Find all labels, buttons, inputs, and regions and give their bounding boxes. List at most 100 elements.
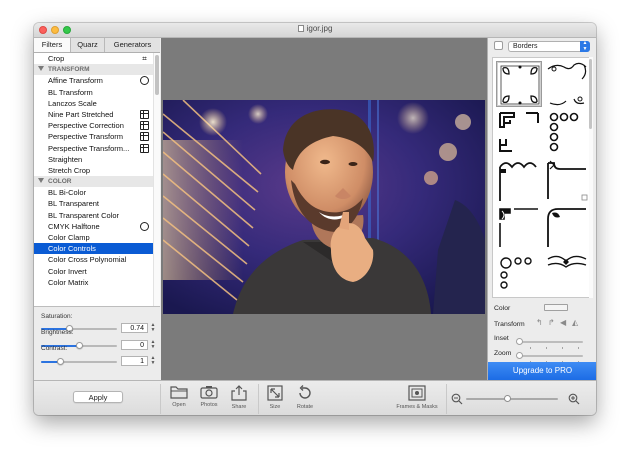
chevron-updown-icon: ▲ ▼ <box>580 40 590 52</box>
filter-list-item[interactable]: Perspective Transform... <box>34 143 153 154</box>
filter-list-item[interactable]: BL Transform <box>34 87 153 98</box>
zoom-slider[interactable] <box>466 395 558 402</box>
flip-horizontal-icon[interactable]: ◀ <box>560 318 566 328</box>
rotate-button[interactable]: Rotate <box>290 385 320 413</box>
frame-category-select[interactable]: Borders ▲ ▼ <box>508 40 590 52</box>
filter-list-item[interactable]: BL Bi-Color <box>34 187 153 198</box>
zoom-in-icon[interactable] <box>568 393 580 405</box>
filter-label: BL Transparent <box>48 199 100 209</box>
slider-knob[interactable] <box>504 395 511 402</box>
photos-button[interactable]: Photos <box>194 385 224 413</box>
camera-icon <box>200 386 218 399</box>
frame-thumbnail[interactable] <box>544 253 590 297</box>
filter-list-item[interactable]: Color Cross Polynomial <box>34 254 153 265</box>
disclosure-triangle-icon[interactable] <box>38 66 44 72</box>
inset-label: Inset <box>494 335 509 342</box>
frame-thumbnail[interactable] <box>496 253 542 297</box>
filter-label: TRANSFORM <box>48 66 90 74</box>
scrollbar-thumb[interactable] <box>589 59 592 129</box>
share-label: Share <box>231 404 247 410</box>
filter-section-header[interactable]: TRANSFORM <box>34 64 153 76</box>
slider-knob[interactable] <box>516 352 523 359</box>
frame-category-value: Borders <box>513 43 538 50</box>
rotate-label: Rotate <box>296 404 314 410</box>
filter-list-item[interactable]: Crop ⌗ <box>34 53 153 64</box>
upgrade-button[interactable]: Upgrade to PRO <box>488 362 596 380</box>
saturation-value-field[interactable]: 0.74 <box>121 323 148 333</box>
brightness-stepper[interactable]: ▲ ▼ <box>150 340 156 350</box>
inset-slider[interactable] <box>516 338 583 349</box>
filter-list-item[interactable]: Color Invert <box>34 266 153 277</box>
frame-color-well[interactable] <box>544 304 568 311</box>
filter-list-item[interactable]: Straighten <box>34 154 153 165</box>
slider-tick <box>546 347 547 349</box>
frame-gallery-scrollbar[interactable] <box>589 57 593 298</box>
divider <box>258 384 259 414</box>
filter-list-item[interactable]: BL Transparent Color <box>34 210 153 221</box>
slider-tick <box>578 347 579 349</box>
size-button[interactable]: Size <box>260 385 290 413</box>
frame-thumbnail[interactable] <box>544 205 590 251</box>
filter-list-item[interactable]: CMYK Halftone <box>34 221 153 232</box>
share-button[interactable]: Share <box>224 385 254 413</box>
frame-thumbnail[interactable] <box>544 157 590 203</box>
frames-masks-label: Frames & Masks <box>396 404 438 410</box>
slider-tick <box>562 347 563 349</box>
filter-section-header[interactable]: COLOR <box>34 176 153 188</box>
filter-list-item[interactable]: Color Matrix <box>34 277 153 288</box>
filter-list-item[interactable]: Perspective Transform <box>34 131 153 142</box>
frame-thumbnail[interactable] <box>544 109 590 155</box>
frame-thumbnail[interactable] <box>496 157 542 203</box>
frame-thumbnail[interactable] <box>496 61 542 107</box>
scrollbar-thumb[interactable] <box>155 55 159 95</box>
flip-vertical-icon[interactable]: ◭ <box>572 318 578 328</box>
dial-icon <box>140 221 149 231</box>
rotate-right-icon[interactable]: ↱ <box>548 318 555 328</box>
frame-gallery <box>492 57 592 298</box>
share-icon <box>231 385 247 401</box>
slider-knob[interactable] <box>57 358 64 365</box>
grid-icon <box>140 121 149 131</box>
filter-list-item[interactable]: Affine Transform <box>34 75 153 86</box>
frames-masks-button[interactable]: Frames & Masks <box>392 385 442 413</box>
filter-list-item[interactable]: Color Controls <box>34 243 153 255</box>
color-label: Color <box>494 305 511 312</box>
window-title: igor.jpg <box>306 24 333 33</box>
frame-zoom-slider[interactable] <box>516 352 583 363</box>
filter-list-item[interactable]: Perspective Correction <box>34 120 153 131</box>
brightness-value-field[interactable]: 0 <box>121 340 148 350</box>
zoom-out-icon[interactable] <box>451 393 463 405</box>
filter-label: Straighten <box>48 154 83 164</box>
slider-knob[interactable] <box>516 338 523 345</box>
enable-frame-checkbox[interactable] <box>494 41 503 50</box>
open-button[interactable]: Open <box>164 385 194 413</box>
frame-thumbnail[interactable] <box>544 61 590 107</box>
filter-list-item[interactable]: Stretch Crop <box>34 165 153 176</box>
filter-list-item[interactable]: Lanczos Scale <box>34 98 153 109</box>
frame-thumbnail[interactable] <box>496 205 542 251</box>
filter-label: Perspective Correction <box>48 121 124 131</box>
filter-list-item[interactable]: BL Transparent <box>34 198 153 209</box>
tab-generators[interactable]: Generators <box>105 38 160 52</box>
slider-knob[interactable] <box>76 342 83 349</box>
filter-list-scrollbar[interactable] <box>153 53 160 306</box>
frame-thumbnail[interactable] <box>496 109 542 155</box>
filter-list-item[interactable]: Nine Part Stretched <box>34 109 153 120</box>
filter-label: Color Controls <box>48 244 96 254</box>
crop-icon: ⌗ <box>142 54 147 63</box>
contrast-value-field[interactable]: 1 <box>121 356 148 366</box>
tab-quarz[interactable]: Quarz <box>71 38 105 52</box>
tab-filters[interactable]: Filters <box>34 38 71 52</box>
contrast-stepper[interactable]: ▲ ▼ <box>150 356 156 366</box>
disclosure-triangle-icon[interactable] <box>38 178 44 184</box>
image-canvas[interactable] <box>161 38 487 380</box>
rotate-left-icon[interactable]: ↰ <box>536 318 543 328</box>
contrast-slider[interactable] <box>41 358 117 365</box>
filter-label: Nine Part Stretched <box>48 109 114 119</box>
apply-button[interactable]: Apply <box>73 391 123 403</box>
saturation-stepper[interactable]: ▲ ▼ <box>150 323 156 333</box>
filter-list-item[interactable]: Color Clamp <box>34 232 153 243</box>
photo-preview <box>163 100 485 314</box>
slider-tick <box>530 347 531 349</box>
grid-icon <box>140 143 149 153</box>
